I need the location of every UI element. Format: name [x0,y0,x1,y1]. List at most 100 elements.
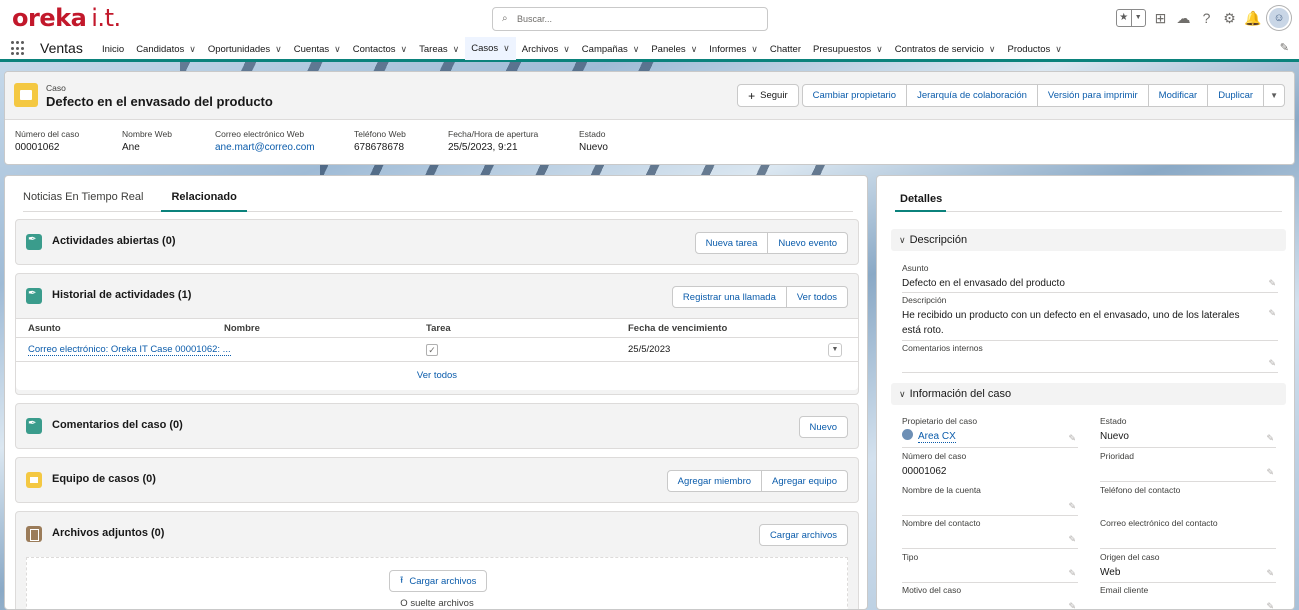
column-header[interactable]: Nombre [224,323,260,334]
nav-item-oportunidades[interactable]: Oportunidades ∨ [202,37,288,62]
nav-item-paneles[interactable]: Paneles ∨ [645,37,703,62]
case-team-card: Equipo de casos (0) Agregar miembro Agre… [15,457,859,503]
new-comment-button[interactable]: Nuevo [798,416,848,438]
file-drop-zone[interactable]: ⭱ Cargar archivos O suelte archivos [26,557,848,609]
pencil-icon[interactable]: ✎ [1266,467,1274,478]
card-title[interactable]: Actividades abiertas (0) [52,235,176,247]
nav-item-contratos-de-servicio[interactable]: Contratos de servicio ∨ [889,37,1002,62]
add-member-button[interactable]: Agregar miembro [666,470,763,492]
more-actions-button[interactable]: ▼ [1263,84,1285,107]
attachment-icon [26,526,42,542]
card-title[interactable]: Historial de actividades (1) [52,289,191,301]
bell-icon[interactable]: 🔔 [1244,10,1261,27]
web-email-link[interactable]: ane.mart@correo.com [215,142,354,153]
chevron-down-icon[interactable]: ▼ [1130,10,1146,26]
pencil-icon[interactable]: ✎ [1068,501,1076,512]
pencil-icon[interactable]: ✎ [1268,278,1276,289]
nav-item-inicio[interactable]: Inicio [96,37,130,62]
drop-text: O suelte archivos [400,598,474,609]
row-actions-menu[interactable]: ▼ [828,343,842,357]
edit-nav-icon[interactable]: ✎ [1280,41,1289,54]
trailhead-icon[interactable]: ☁ [1175,10,1192,27]
pencil-icon[interactable]: ✎ [1266,601,1274,609]
chevron-down-icon[interactable]: ∨ [876,44,883,55]
due-date-cell: 25/5/2023 [628,344,671,355]
global-actions-icon[interactable]: ⊞ [1152,10,1169,27]
new-event-button[interactable]: Nuevo evento [767,232,848,254]
avatar[interactable]: ☺ [1267,6,1291,30]
follow-button[interactable]: + Seguir [737,84,799,107]
card-title[interactable]: Comentarios del caso (0) [52,419,183,431]
tab-related[interactable]: Relacionado [161,191,247,212]
change-owner-icon[interactable]: ✎ [1068,433,1076,444]
card-title[interactable]: Archivos adjuntos (0) [52,527,164,539]
pencil-icon[interactable]: ✎ [1068,601,1076,609]
chevron-down-icon[interactable]: ∨ [401,44,408,55]
chevron-down-icon[interactable]: ∨ [751,44,758,55]
activity-icon [26,288,42,304]
change-owner-button[interactable]: Cambiar propietario [801,84,908,107]
nav-item-presupuestos[interactable]: Presupuestos ∨ [807,37,889,62]
favorites-button[interactable]: ★ ▼ [1116,9,1146,27]
chevron-down-icon[interactable]: ∨ [453,44,460,55]
nav-item-campañas[interactable]: Campañas ∨ [576,37,646,62]
search-icon: ⌕ [502,13,508,24]
nav-item-productos[interactable]: Productos ∨ [1002,37,1068,62]
printable-view-button[interactable]: Versión para imprimir [1036,84,1149,107]
tab-feed[interactable]: Noticias En Tiempo Real [23,191,143,211]
section-description[interactable]: ∨ Descripción [891,229,1286,251]
column-header[interactable]: Tarea [426,323,451,334]
chevron-down-icon[interactable]: ∨ [633,44,640,55]
sharing-hierarchy-button[interactable]: Jerarquía de colaboración [906,84,1038,107]
nav-item-chatter[interactable]: Chatter [764,37,807,62]
nav-item-tareas[interactable]: Tareas ∨ [413,37,465,62]
field-contact-phone: Teléfono del contacto [1100,485,1181,495]
nav-item-archivos[interactable]: Archivos ∨ [516,37,576,62]
nav-item-cuentas[interactable]: Cuentas ∨ [288,37,347,62]
field-priority: Prioridad ✎ [1100,451,1276,482]
chevron-down-icon[interactable]: ∨ [989,44,996,55]
brand-logo[interactable]: oreka i.t. [12,4,121,32]
nav-item-candidatos[interactable]: Candidatos ∨ [130,37,202,62]
upload-button[interactable]: ⭱ Cargar archivos [389,570,488,592]
tab-details[interactable]: Detalles [895,193,947,212]
column-header[interactable]: Fecha de vencimiento [628,323,727,334]
add-team-button[interactable]: Agregar equipo [761,470,848,492]
view-all-button[interactable]: Ver todos [785,286,848,308]
column-header[interactable]: Asunto [28,323,61,334]
nav-item-informes[interactable]: Informes ∨ [703,37,764,62]
tab-bar: Detalles [895,191,1282,212]
chevron-down-icon[interactable]: ∨ [691,44,698,55]
edit-button[interactable]: Modificar [1147,84,1209,107]
clone-button[interactable]: Duplicar [1207,84,1265,107]
app-launcher-icon[interactable] [11,41,26,56]
chevron-down-icon[interactable]: ∨ [275,44,282,55]
new-task-button[interactable]: Nueva tarea [694,232,769,254]
chevron-down-icon[interactable]: ∨ [503,43,510,54]
section-case-info[interactable]: ∨ Información del caso [891,383,1286,405]
nav-item-contactos[interactable]: Contactos ∨ [347,37,413,62]
subject-link[interactable]: Correo electrónico: Oreka IT Case 000010… [28,344,231,356]
nav-item-label: Cuentas [293,44,330,55]
pencil-icon[interactable]: ✎ [1268,358,1276,369]
pencil-icon[interactable]: ✎ [1268,308,1276,319]
log-call-button[interactable]: Registrar una llamada [671,286,787,308]
chevron-down-icon[interactable]: ∨ [563,44,570,55]
gear-icon[interactable]: ⚙ [1221,10,1238,27]
star-icon: ★ [1119,12,1129,23]
nav-item-casos[interactable]: Casos ∨ [465,37,516,62]
attachments-card: Archivos adjuntos (0) Cargar archivos ⭱ C… [15,511,859,609]
view-all-link[interactable]: Ver todos [16,362,858,390]
chevron-down-icon[interactable]: ∨ [1055,44,1062,55]
chevron-down-icon[interactable]: ∨ [334,44,341,55]
upload-files-button[interactable]: Cargar archivos [758,524,848,546]
pencil-icon[interactable]: ✎ [1266,568,1274,579]
pencil-icon[interactable]: ✎ [1068,534,1076,545]
pencil-icon[interactable]: ✎ [1068,568,1076,579]
chevron-down-icon[interactable]: ∨ [189,44,196,55]
pencil-icon[interactable]: ✎ [1266,433,1274,444]
card-title[interactable]: Equipo de casos (0) [52,473,156,485]
help-icon[interactable]: ? [1198,10,1215,27]
owner-link[interactable]: Area CX [918,431,956,443]
search-input[interactable]: ⌕ Buscar... [492,7,768,31]
